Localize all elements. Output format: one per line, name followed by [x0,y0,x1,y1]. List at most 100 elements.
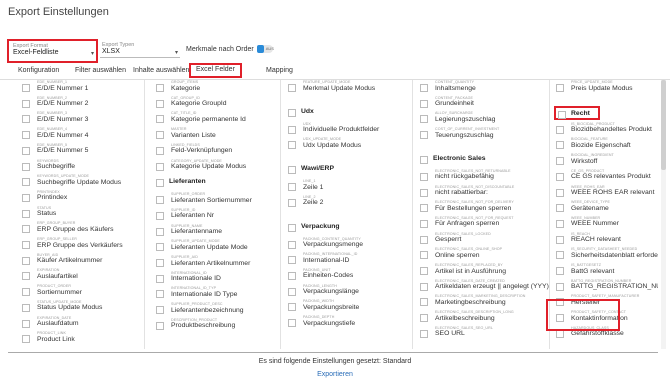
tab-filter[interactable]: Filter auswählen [75,64,126,78]
field-checkbox[interactable] [156,196,164,205]
field-item[interactable]: ELECTRONIC_SALES_MARKETING_DESCRIPTION Ma… [418,294,543,310]
field-checkbox[interactable] [556,251,564,260]
field-item[interactable]: EDE_NUMBER_4 E/D/E Nummer 4 [20,127,144,143]
field-item[interactable]: ELECTRONIC_SALES_DESCRIPTION_LONG Artikel… [418,310,543,326]
field-checkbox[interactable] [556,267,564,275]
section-header[interactable]: Verpackung [286,221,396,235]
field-item[interactable]: LINE_1 Zeile 1 [286,179,411,195]
section-checkbox[interactable] [288,223,296,232]
field-checkbox[interactable] [156,290,164,299]
field-checkbox[interactable] [22,178,30,187]
field-item[interactable]: ERP_GROUP_SELLER ERP Gruppe des Verkäufer… [20,237,144,253]
field-item[interactable]: LINKED_FIELDS Feld-Verknüpfungen [154,143,279,159]
section-checkbox[interactable] [558,110,566,119]
section-checkbox[interactable] [288,108,296,117]
field-checkbox[interactable] [156,227,164,236]
scrollbar-thumb[interactable] [661,80,666,170]
field-item[interactable]: PACKING_WIDTH Verpackungsbreite [286,299,411,315]
field-item[interactable]: CONTENT_QUANTITY Inhaltsmenge [418,80,543,96]
field-checkbox[interactable] [420,131,428,140]
field-item[interactable]: SUPPLIER_AID Lieferanten Artikelnummer [154,255,279,271]
field-item[interactable]: PRODUCT_LINK Product Link [20,331,144,347]
field-item[interactable]: SUPPLIER_UPDATE_MODE Lieferanten Update M… [154,239,279,255]
field-checkbox[interactable] [420,84,428,92]
field-item[interactable]: SUPPLIER_ID Lieferanten Nr [154,208,279,224]
field-checkbox[interactable] [22,335,30,344]
field-item[interactable]: CAT_GROUP_ID Kategorie GroupId [154,96,279,112]
field-checkbox[interactable] [288,84,296,92]
tab-mapping[interactable]: Mapping [266,64,293,78]
field-item[interactable]: INTERNATIONAL_ID_TYP Internationale ID Ty… [154,286,279,302]
field-item[interactable]: SUPPLIER_NAME Lieferantenname [154,224,279,240]
field-item[interactable]: EDE_NUMBER_2 E/D/E Nummer 2 [20,96,144,112]
field-item[interactable]: ERP_GROUP_BUYER ERP Gruppe des Käufers [20,221,144,237]
field-checkbox[interactable] [156,243,164,252]
field-checkbox[interactable] [22,162,30,171]
field-item[interactable]: STATUS Status [20,206,144,222]
field-item[interactable]: IS_BATTGESETZ BattG relevant [554,263,658,279]
section-header[interactable]: Udx [286,106,396,120]
section-checkbox[interactable] [420,155,428,164]
field-checkbox[interactable] [420,235,428,244]
field-checkbox[interactable] [420,188,428,197]
field-item[interactable]: COST_OF_CURRENT_INVESTMENT Teuerungszusch… [418,127,543,143]
field-checkbox[interactable] [22,225,30,234]
field-checkbox[interactable] [556,282,564,291]
field-item[interactable]: KEYWORDS_UPDATE_MODE Suchbegriffe Update … [20,174,144,190]
field-checkbox[interactable] [22,131,30,140]
field-item[interactable]: WEEE_DEVICE_TYPE Gerätename [554,200,658,216]
field-checkbox[interactable] [156,99,164,108]
field-item[interactable]: EXPIRATION_DATE Auslaufdatum [20,316,144,332]
field-checkbox[interactable] [156,321,164,330]
field-item[interactable]: CAT_TITLE_ID Kategorie permanente Id [154,111,279,127]
field-checkbox[interactable] [288,271,296,280]
field-checkbox[interactable] [22,209,30,218]
field-item[interactable]: EDE_NUMBER_3 E/D/E Nummer 3 [20,111,144,127]
section-checkbox[interactable] [156,179,164,188]
field-item[interactable]: BATTG_REGISTRATION_NUMBER BATTG_REGISTRAT… [554,279,658,295]
field-checkbox[interactable] [22,115,30,124]
field-item[interactable]: ELECTRONIC_SALES_SEO_URL SEO URL [418,326,543,342]
field-checkbox[interactable] [556,219,564,228]
field-item[interactable]: IS_REACH REACH relevant [554,232,658,248]
field-item[interactable]: ELECTRONIC_SALES_NOT_DISCOUNTABLE nicht r… [418,185,543,201]
field-item[interactable]: ELECTRONIC_SALES_NOT_FOR_DELIVERY Für Bes… [418,200,543,216]
field-checkbox[interactable] [288,256,296,265]
field-item[interactable]: WEEE_ROHS_EAR WEEE ROHS EAR relevant [554,185,658,201]
merge-order-toggle[interactable]: AUS [256,45,274,53]
field-item[interactable]: BUYER_AID Käufer Artikelnummer [20,253,144,269]
field-checkbox[interactable] [556,172,564,181]
field-item[interactable]: ELECTRONIC_SALES_REPLACED_BY Artikel ist … [418,263,543,279]
field-checkbox[interactable] [288,198,296,207]
field-checkbox[interactable] [556,188,564,197]
field-item[interactable]: KEYWORDS Suchbegriffe [20,159,144,175]
field-checkbox[interactable] [288,287,296,296]
field-checkbox[interactable] [420,298,428,307]
field-item[interactable]: PACKING_CONTENT_QUANTITY Verpackungsmenge [286,237,411,253]
section-header[interactable]: Lieferanten [154,176,264,190]
field-item[interactable]: BIOCIDAL_FEATURE Biozide Eigenschaft [554,137,658,153]
field-item[interactable]: PACKING_INTERNATIONAL_ID International-ID [286,252,411,268]
field-checkbox[interactable] [556,141,564,150]
scrollbar[interactable] [661,80,666,349]
field-item[interactable]: GROUP_ITEMS Kategorie [154,80,279,96]
field-checkbox[interactable] [22,193,30,202]
field-item[interactable]: INTERNATIONAL_ID Internationale ID [154,271,279,287]
field-item[interactable]: ELECTRONIC_SALES_NOT_RETURNABLE nicht rüc… [418,169,543,185]
field-checkbox[interactable] [22,303,30,312]
field-checkbox[interactable] [420,329,428,338]
tab-excel-felder[interactable]: Excel Felder [189,63,242,78]
field-item[interactable]: STATUS_UPDATE_MODE Status Update Modus [20,300,144,316]
field-checkbox[interactable] [156,306,164,315]
field-item[interactable]: CE_GS_PRODUCT CE GS relevantes Produkt [554,169,658,185]
field-checkbox[interactable] [556,204,564,213]
field-checkbox[interactable] [156,259,164,267]
field-item[interactable]: SUPPLIER_ORDER Lieferanten Sortiernummer [154,192,279,208]
export-format-select[interactable]: Export Format Excel-Feldliste ▾ [7,39,98,63]
field-item[interactable]: SUPPLIER_PRODUCT_DESC Lieferantenbezeichn… [154,302,279,318]
field-checkbox[interactable] [420,99,428,108]
field-checkbox[interactable] [22,319,30,328]
export-button[interactable]: Exportieren [0,371,670,378]
field-checkbox[interactable] [156,115,164,124]
section-header[interactable]: Wawi/ERP [286,163,396,177]
